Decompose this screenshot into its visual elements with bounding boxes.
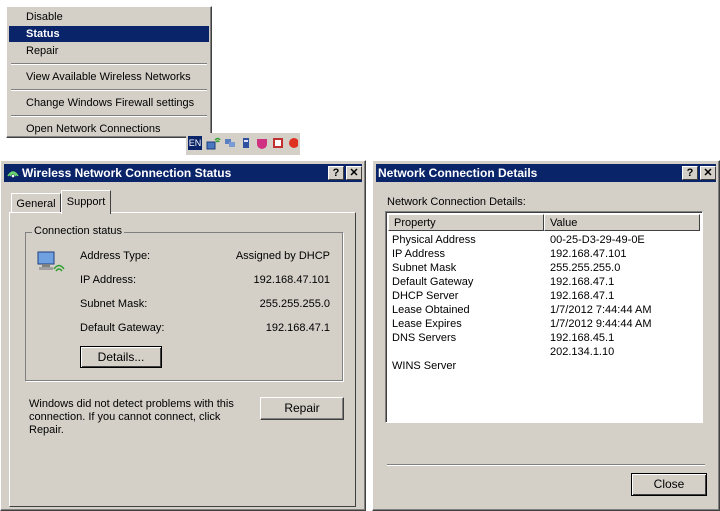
menu-item-open-connections[interactable]: Open Network Connections: [9, 121, 209, 137]
default-gateway-value: 192.168.47.1: [265, 322, 330, 334]
repair-button[interactable]: Repair: [260, 397, 344, 420]
address-type-label: Address Type:: [80, 250, 151, 262]
context-menu: Disable Status Repair View Available Wir…: [6, 6, 212, 138]
menu-separator: [11, 63, 207, 65]
row-property: WINS Server: [392, 360, 457, 372]
menu-separator: [11, 115, 207, 117]
row-property: Lease Expires: [392, 318, 462, 330]
row-value: 192.168.47.1: [550, 276, 615, 288]
details-window-title: Network Connection Details: [378, 166, 538, 180]
row-property: DHCP Server: [392, 290, 459, 302]
row-value: 00-25-D3-29-49-0E: [550, 234, 645, 246]
row-value: 1/7/2012 9:44:44 AM: [550, 318, 652, 330]
row-value: 192.168.47.101: [550, 248, 627, 260]
close-button[interactable]: Close: [631, 473, 707, 496]
row-property: Physical Address: [392, 234, 476, 246]
row-value: 202.134.1.10: [550, 346, 615, 358]
column-header-property[interactable]: Property: [388, 214, 544, 231]
security-icon[interactable]: [240, 137, 252, 149]
status-window-title: Wireless Network Connection Status: [22, 166, 232, 180]
status-window: Wireless Network Connection Status ? ✕ G…: [0, 160, 366, 511]
status-title-bar[interactable]: Wireless Network Connection Status ? ✕: [4, 164, 362, 182]
ip-address-label: IP Address:: [80, 274, 137, 286]
details-title-bar[interactable]: Network Connection Details ? ✕: [376, 164, 716, 182]
row-property: Lease Obtained: [392, 304, 470, 316]
help-button[interactable]: ?: [682, 166, 698, 180]
wireless-icon: [7, 171, 19, 178]
details-window: Network Connection Details ? ✕ Network C…: [372, 160, 720, 511]
details-list[interactable]: Property Value Physical Address 00-25-D3…: [385, 211, 703, 423]
row-value: 1/7/2012 7:44:44 AM: [550, 304, 652, 316]
details-caption: Network Connection Details:: [387, 196, 526, 208]
column-header-value[interactable]: Value: [544, 214, 700, 231]
row-property: IP Address: [392, 248, 445, 260]
menu-item-view-wireless[interactable]: View Available Wireless Networks: [9, 69, 209, 85]
system-tray: EN: [186, 133, 300, 155]
tab-general[interactable]: General: [11, 193, 61, 213]
address-type-value: Assigned by DHCP: [235, 250, 330, 262]
status-message: Windows did not detect problems with thi…: [29, 398, 234, 436]
row-value: 192.168.45.1: [550, 332, 615, 344]
row-value: 255.255.255.0: [550, 262, 621, 274]
subnet-mask-value: 255.255.255.0: [259, 298, 330, 310]
row-property: Default Gateway: [392, 276, 474, 288]
network-icon[interactable]: [224, 137, 236, 149]
menu-item-repair[interactable]: Repair: [9, 43, 209, 59]
menu-separator: [11, 89, 207, 91]
subnet-mask-label: Subnet Mask:: [80, 298, 148, 310]
details-button[interactable]: Details...: [80, 346, 162, 368]
default-gateway-label: Default Gateway:: [80, 322, 165, 334]
status-dot-icon[interactable]: [288, 137, 298, 149]
group-label: Connection status: [32, 225, 125, 237]
tab-panel: Connection status Address Type: Assigned…: [9, 212, 356, 507]
row-value: 192.168.47.1: [550, 290, 615, 302]
menu-item-disable[interactable]: Disable: [9, 9, 209, 25]
divider: [387, 464, 705, 466]
close-window-button[interactable]: ✕: [700, 166, 716, 180]
network-connection-icon: [37, 251, 65, 272]
wireless-network-icon[interactable]: [205, 135, 221, 151]
menu-item-firewall[interactable]: Change Windows Firewall settings: [9, 95, 209, 111]
alert-icon[interactable]: [272, 137, 284, 149]
shield-icon[interactable]: [256, 137, 268, 149]
ip-address-value: 192.168.47.101: [253, 274, 330, 286]
language-indicator[interactable]: EN: [188, 136, 202, 150]
tab-support[interactable]: Support: [61, 190, 111, 214]
menu-item-status[interactable]: Status: [9, 26, 209, 42]
row-property: Subnet Mask: [392, 262, 457, 274]
row-property: DNS Servers: [392, 332, 457, 344]
help-button[interactable]: ?: [328, 166, 344, 180]
close-window-button[interactable]: ✕: [346, 166, 362, 180]
